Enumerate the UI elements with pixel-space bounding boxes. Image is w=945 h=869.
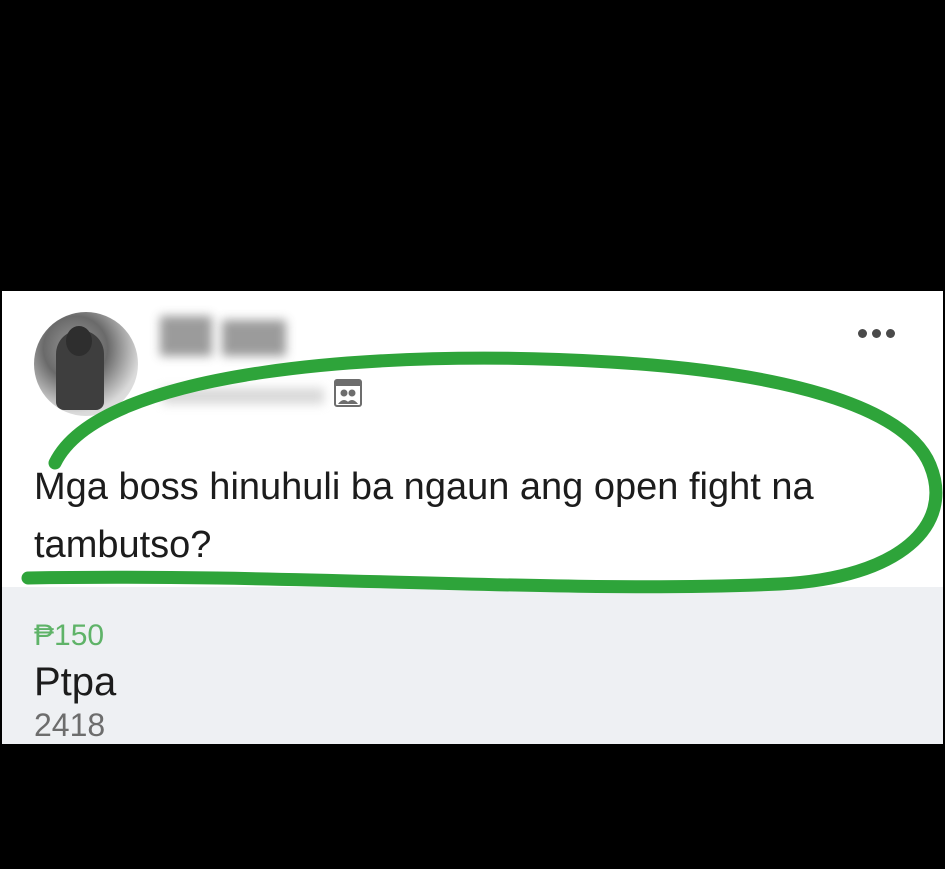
author-avatar[interactable] xyxy=(34,312,138,416)
author-name-redacted-2[interactable] xyxy=(222,320,286,356)
author-name-redacted[interactable] xyxy=(160,316,212,356)
listing-title[interactable]: Ptpa xyxy=(34,658,116,706)
listing-price: ₱150 xyxy=(34,619,105,652)
more-options-icon xyxy=(857,328,867,338)
post-body-text: Mga boss hinuhuli ba ngaun ang open figh… xyxy=(34,466,814,566)
more-options-icon-dot-3 xyxy=(885,328,895,338)
avatar-head xyxy=(66,326,92,356)
more-options-icon-dot-2 xyxy=(871,328,881,338)
post-meta-redacted xyxy=(162,388,324,404)
more-options-button[interactable] xyxy=(848,318,904,348)
listing-panel[interactable] xyxy=(2,587,943,744)
listing-subtitle: 2418 xyxy=(34,707,106,743)
screenshot-frame: Mga boss hinuhuli ba ngaun ang open figh… xyxy=(0,0,945,869)
audience-group-icon xyxy=(333,378,363,408)
